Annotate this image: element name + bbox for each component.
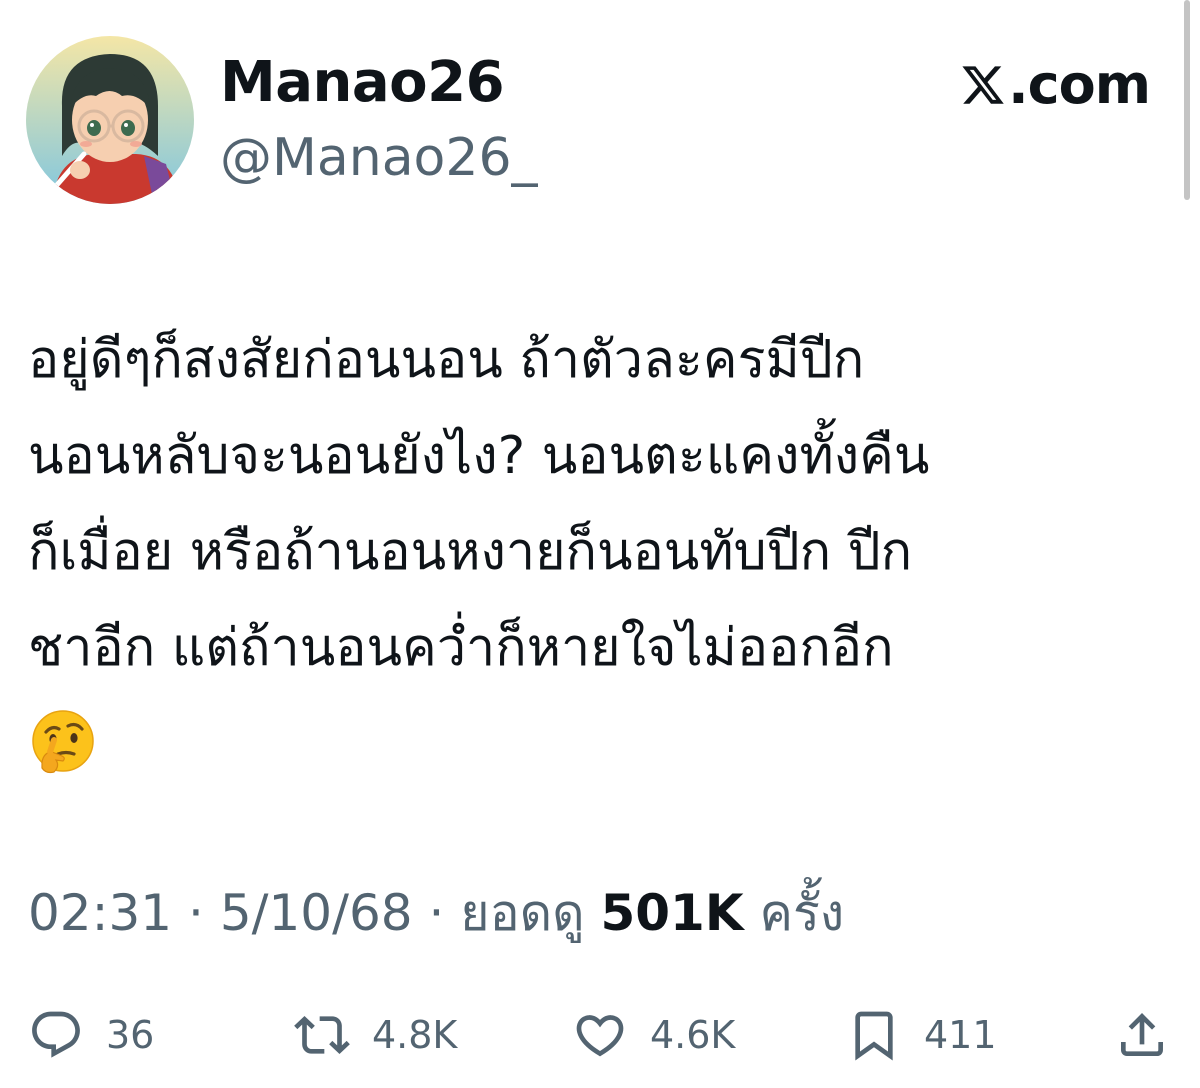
bookmark-count: 411 bbox=[924, 1013, 997, 1057]
reply-icon bbox=[28, 1007, 84, 1063]
repost-count: 4.8K bbox=[372, 1013, 458, 1057]
display-name[interactable]: Manao26 bbox=[220, 50, 505, 116]
heart-icon bbox=[572, 1007, 628, 1063]
scrollbar[interactable] bbox=[1184, 0, 1190, 200]
tweet-text-line: ชาอีก แต่ถ้านอนคว่ำก็หายใจไม่ออกอีก bbox=[28, 618, 894, 678]
views-label: ยอดดู bbox=[460, 884, 585, 942]
views-count: 501K bbox=[600, 884, 744, 942]
share-button[interactable] bbox=[1114, 1000, 1170, 1070]
tweet-meta: 02:31 · 5/10/68 · ยอดดู 501K ครั้ง bbox=[28, 878, 844, 948]
share-icon bbox=[1114, 1007, 1170, 1063]
tweet-card: Manao26 @Manao26_ .com อยู่ดีๆก็สงสัยก่อ… bbox=[0, 0, 1200, 1088]
tweet-text-line: นอนหลับจะนอนยังไง? นอนตะแคงทั้งคืน bbox=[28, 426, 930, 486]
action-bar: 36 4.8K 4.6K 411 bbox=[0, 1000, 1200, 1080]
brand-domain: .com bbox=[1008, 53, 1151, 116]
reply-count: 36 bbox=[106, 1013, 155, 1057]
like-count: 4.6K bbox=[650, 1013, 736, 1057]
repost-button[interactable]: 4.8K bbox=[294, 1000, 457, 1070]
avatar[interactable] bbox=[26, 36, 194, 204]
x-logo-icon bbox=[960, 62, 1006, 108]
tweet-text-line: ก็เมื่อย หรือถ้านอนหงายก็นอนทับปีก ปีก bbox=[28, 522, 913, 582]
reply-button[interactable]: 36 bbox=[28, 1000, 154, 1070]
views-unit: ครั้ง bbox=[759, 884, 845, 942]
bookmark-button[interactable]: 411 bbox=[846, 1000, 997, 1070]
tweet-text: อยู่ดีๆก็สงสัยก่อนนอน ถ้าตัวละครมีปีก นอ… bbox=[28, 312, 1168, 778]
avatar-illustration bbox=[26, 36, 194, 204]
meta-separator: · bbox=[188, 884, 204, 942]
brand-mark: .com bbox=[960, 52, 1151, 118]
like-button[interactable]: 4.6K bbox=[572, 1000, 735, 1070]
bookmark-icon bbox=[846, 1007, 902, 1063]
thinking-face-emoji-icon bbox=[28, 708, 98, 778]
user-handle[interactable]: @Manao26_ bbox=[220, 127, 538, 189]
meta-separator: · bbox=[428, 884, 445, 942]
tweet-date[interactable]: 5/10/68 bbox=[220, 884, 413, 942]
repost-icon bbox=[294, 1007, 350, 1063]
tweet-time[interactable]: 02:31 bbox=[28, 884, 172, 942]
tweet-text-line: อยู่ดีๆก็สงสัยก่อนนอน ถ้าตัวละครมีปีก bbox=[28, 330, 865, 390]
